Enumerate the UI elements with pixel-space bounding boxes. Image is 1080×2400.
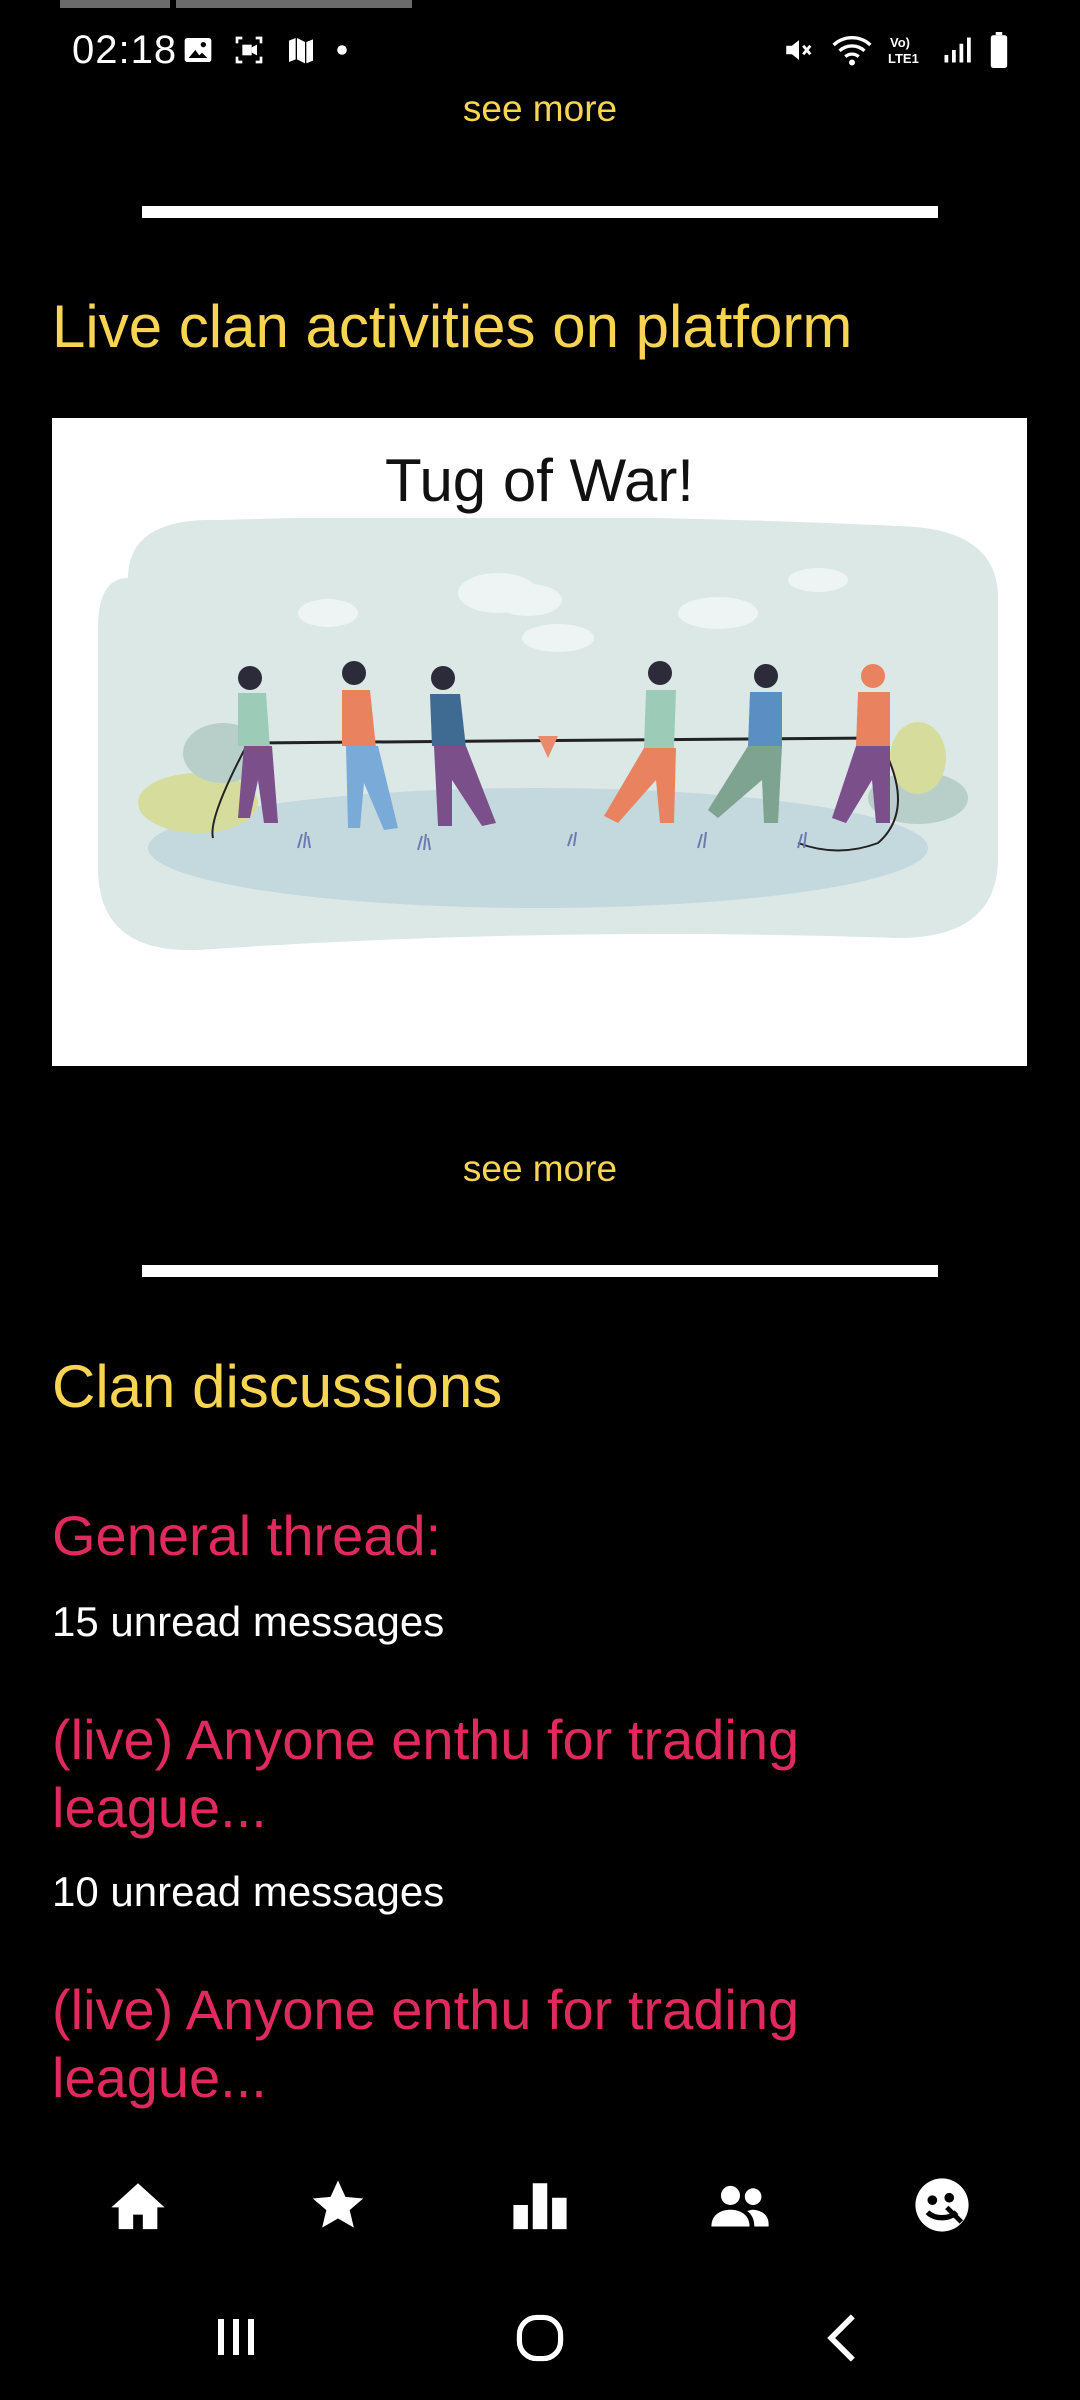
gallery-icon xyxy=(184,38,212,62)
thread-title-general[interactable]: General thread: xyxy=(52,1502,952,1570)
map-icon xyxy=(289,38,313,64)
profile-icon xyxy=(915,2178,969,2232)
nav-clans[interactable] xyxy=(700,2170,780,2240)
leaderboard-icon xyxy=(513,2183,567,2230)
svg-text:LTE1: LTE1 xyxy=(888,51,919,66)
nav-leaderboard[interactable] xyxy=(500,2170,580,2240)
dot-icon xyxy=(337,45,347,55)
star-icon xyxy=(312,2180,364,2228)
home-circle-icon[interactable] xyxy=(514,2312,566,2364)
thread-unread-count: 10 unread messages xyxy=(52,1868,445,1915)
battery-icon xyxy=(990,32,1008,68)
notification-thumbnail xyxy=(60,0,412,8)
see-more-link-activities[interactable]: see more xyxy=(0,1148,1080,1190)
svg-text:Vo): Vo) xyxy=(890,35,910,50)
see-more-link-top[interactable]: see more xyxy=(0,88,1080,130)
bottom-navigation xyxy=(0,2140,1080,2270)
clock: 02:18 xyxy=(72,28,178,72)
nav-home[interactable] xyxy=(98,2170,178,2240)
system-navigation-bar xyxy=(0,2290,1080,2400)
tug-of-war-illustration xyxy=(98,518,998,951)
signal-icon xyxy=(944,37,971,63)
activities-section-title: Live clan activities on platform xyxy=(52,293,853,360)
home-icon xyxy=(111,2183,165,2230)
activity-card-title: Tug of War! xyxy=(385,447,694,514)
wifi-icon xyxy=(832,36,872,66)
mute-icon xyxy=(786,40,812,60)
back-icon[interactable] xyxy=(822,2312,862,2364)
thread-title-live-2[interactable]: (live) Anyone enthu for trading league..… xyxy=(52,1976,952,2112)
section-divider xyxy=(142,1265,938,1277)
screen-record-icon xyxy=(235,36,263,64)
discussions-section-title: Clan discussions xyxy=(52,1353,503,1420)
status-bar: 02:18 Vo) LTE1 xyxy=(0,0,1080,100)
nav-profile[interactable] xyxy=(902,2170,982,2240)
people-icon xyxy=(711,2185,769,2227)
thread-title-live-1[interactable]: (live) Anyone enthu for trading league..… xyxy=(52,1706,952,1842)
activity-card-tug-of-war[interactable]: Tug of War! xyxy=(52,418,1027,1066)
recents-icon[interactable] xyxy=(212,2312,260,2362)
volte-icon: Vo)LTE1 xyxy=(888,35,919,66)
thread-unread-count: 15 unread messages xyxy=(52,1598,445,1645)
nav-favorites[interactable] xyxy=(298,2170,378,2240)
section-divider xyxy=(142,206,938,218)
